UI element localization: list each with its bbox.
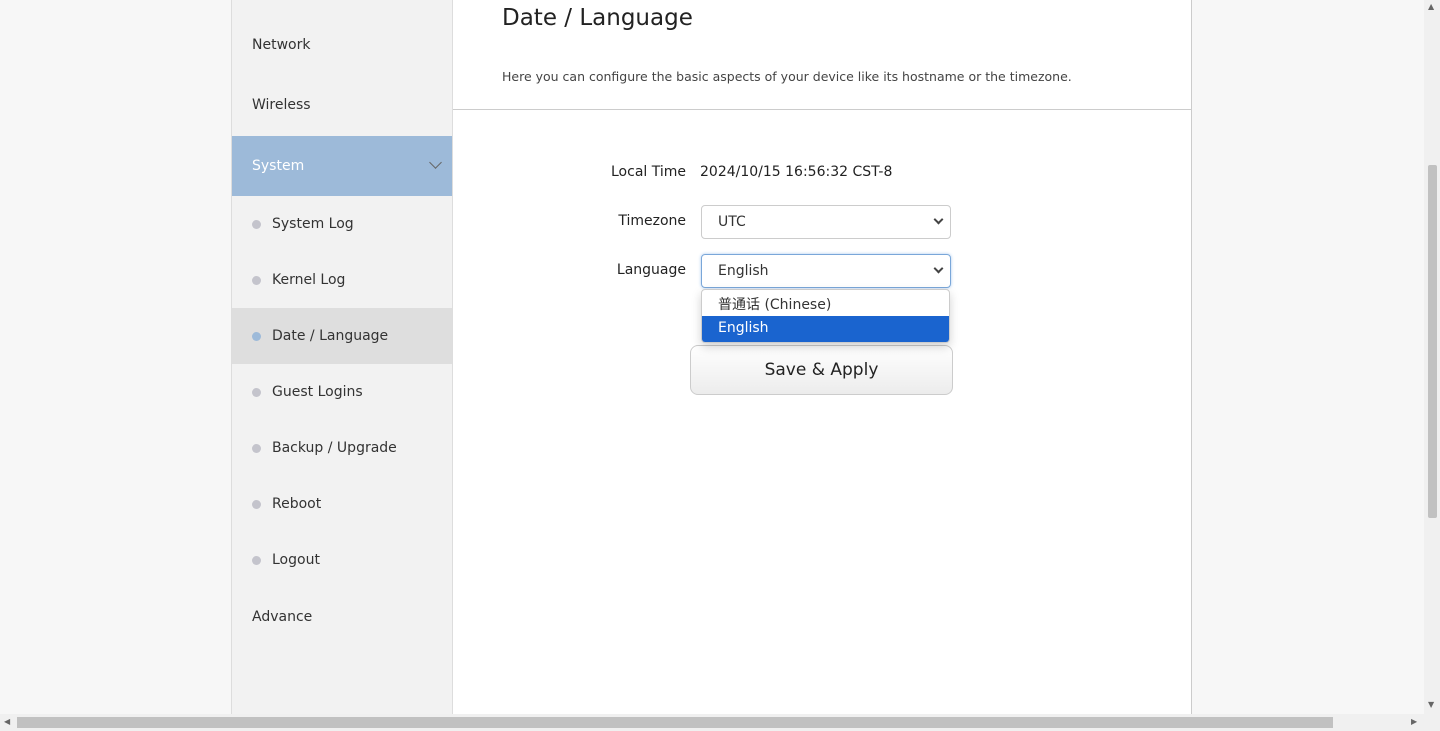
sidebar-item-kernel-log[interactable]: Kernel Log bbox=[232, 252, 452, 308]
label: Advance bbox=[252, 609, 313, 625]
sidebar-item-reboot[interactable]: Reboot bbox=[232, 476, 452, 532]
page-description: Here you can configure the basic aspects… bbox=[502, 69, 1072, 84]
label: Logout bbox=[272, 552, 320, 568]
label: Backup / Upgrade bbox=[272, 440, 397, 456]
sidebar-item-system[interactable]: System bbox=[232, 136, 452, 196]
divider bbox=[453, 109, 1191, 110]
label: System Log bbox=[272, 216, 354, 232]
save-apply-button[interactable]: Save & Apply bbox=[690, 345, 953, 395]
local-time-label: Local Time bbox=[611, 164, 686, 180]
sidebar-item-guest-logins[interactable]: Guest Logins bbox=[232, 364, 452, 420]
horizontal-scrollbar[interactable]: ◀ ▶ bbox=[0, 714, 1440, 731]
scroll-left-icon[interactable]: ◀ bbox=[4, 717, 10, 726]
bullet-icon bbox=[252, 331, 261, 341]
chevron-down-icon bbox=[933, 263, 944, 274]
sidebar-item-logout[interactable]: Logout bbox=[232, 532, 452, 588]
language-label: Language bbox=[616, 262, 686, 278]
sidebar-item-network[interactable]: Network bbox=[232, 15, 452, 75]
language-dropdown: 普通话 (Chinese) English bbox=[701, 289, 950, 343]
sidebar-item-advance[interactable]: Advance bbox=[232, 587, 452, 647]
option-english[interactable]: English bbox=[702, 316, 949, 342]
bullet-icon bbox=[252, 443, 261, 453]
scroll-down-icon[interactable]: ▼ bbox=[1428, 700, 1434, 709]
language-value: English bbox=[718, 263, 769, 279]
label: Guest Logins bbox=[272, 384, 363, 400]
label: Network bbox=[252, 37, 311, 53]
timezone-select[interactable]: UTC bbox=[701, 205, 951, 239]
vertical-scroll-thumb[interactable] bbox=[1428, 165, 1437, 518]
bullet-icon bbox=[252, 499, 261, 509]
option-chinese[interactable]: 普通话 (Chinese) bbox=[702, 290, 949, 316]
sidebar-item-backup-upgrade[interactable]: Backup / Upgrade bbox=[232, 420, 452, 476]
scroll-up-icon[interactable]: ▲ bbox=[1428, 2, 1434, 11]
chevron-down-icon bbox=[933, 214, 944, 225]
local-time-value: 2024/10/15 16:56:32 CST-8 bbox=[700, 164, 893, 180]
label: Wireless bbox=[252, 97, 311, 113]
timezone-value: UTC bbox=[718, 214, 746, 230]
horizontal-scroll-thumb[interactable] bbox=[17, 717, 1333, 728]
bullet-icon bbox=[252, 387, 261, 397]
scroll-right-icon[interactable]: ▶ bbox=[1411, 717, 1417, 726]
sidebar-item-date-language[interactable]: Date / Language bbox=[232, 308, 452, 364]
label: Kernel Log bbox=[272, 272, 346, 288]
chevron-down-icon bbox=[429, 156, 442, 169]
label: Reboot bbox=[272, 496, 322, 512]
vertical-scrollbar[interactable]: ▲ ▼ bbox=[1424, 0, 1440, 714]
sidebar-item-wireless[interactable]: Wireless bbox=[232, 75, 452, 135]
label: System bbox=[252, 158, 305, 174]
label: Date / Language bbox=[272, 328, 389, 344]
main-panel: Date / Language Here you can configure t… bbox=[453, 0, 1192, 714]
sidebar: Network Wireless System System Log Kerne… bbox=[231, 0, 453, 714]
bullet-icon bbox=[252, 219, 261, 229]
bullet-icon bbox=[252, 555, 261, 565]
page-title: Date / Language bbox=[502, 5, 693, 31]
bullet-icon bbox=[252, 275, 261, 285]
sidebar-item-system-log[interactable]: System Log bbox=[232, 196, 452, 252]
language-select[interactable]: English bbox=[701, 254, 951, 288]
timezone-label: Timezone bbox=[618, 213, 686, 229]
